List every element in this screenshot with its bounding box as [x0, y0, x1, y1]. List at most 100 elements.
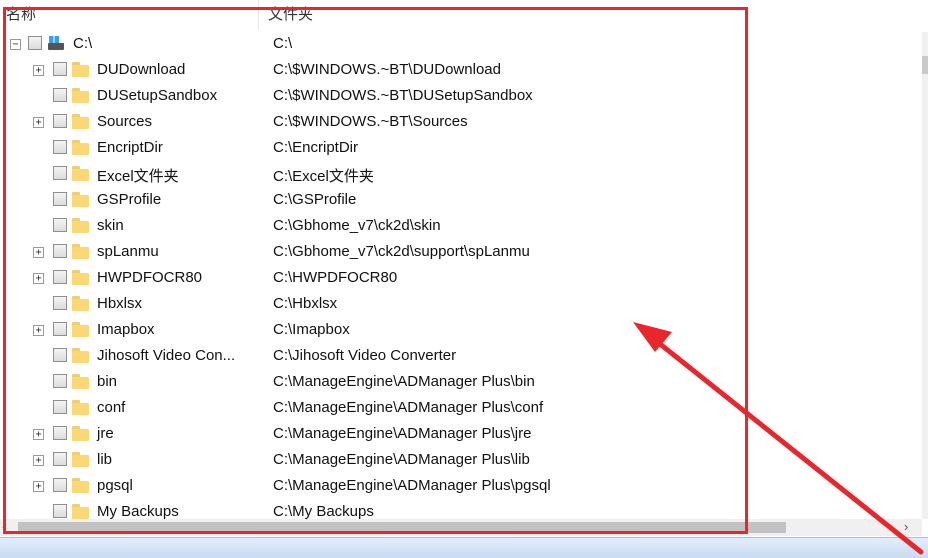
collapse-icon[interactable]: − [10, 39, 21, 50]
folder-icon [72, 114, 89, 129]
root-name: C:\ [73, 35, 93, 52]
folder-path: C:\GSProfile [273, 191, 357, 208]
folder-icon [72, 140, 89, 155]
folder-path: C:\$WINDOWS.~BT\DUSetupSandbox [273, 87, 533, 104]
folder-icon [72, 426, 89, 441]
folder-path: C:\My Backups [273, 503, 374, 519]
checkbox[interactable] [53, 114, 67, 128]
tree-row[interactable]: conf C:\ManageEngine\ADManager Plus\conf [0, 396, 922, 422]
tree-row[interactable]: My Backups C:\My Backups [0, 500, 922, 519]
folder-name: DUDownload [97, 61, 186, 78]
tree-row[interactable]: GSProfile C:\GSProfile [0, 188, 922, 214]
folder-icon [72, 192, 89, 207]
folder-icon [72, 348, 89, 363]
folder-name: pgsql [97, 477, 133, 494]
folder-name: Excel文件夹 [97, 168, 179, 185]
folder-name: bin [97, 373, 118, 390]
folder-path: C:\$WINDOWS.~BT\DUDownload [273, 61, 501, 78]
folder-name: conf [97, 399, 126, 416]
folder-path: C:\ManageEngine\ADManager Plus\conf [273, 399, 544, 416]
checkbox[interactable] [53, 296, 67, 310]
folder-path: C:\ManageEngine\ADManager Plus\pgsql [273, 477, 551, 494]
column-header-folder[interactable]: 文件夹 [268, 3, 313, 24]
checkbox[interactable] [53, 374, 67, 388]
tree-row[interactable]: + HWPDFOCR80 C:\HWPDFOCR80 [0, 266, 922, 292]
root-path: C:\ [273, 35, 293, 52]
folder-path: C:\HWPDFOCR80 [273, 269, 398, 286]
folder-icon [72, 218, 89, 233]
expand-icon[interactable]: + [33, 247, 44, 258]
vertical-scrollbar[interactable] [922, 32, 928, 519]
expand-icon[interactable]: + [33, 117, 44, 128]
tree-row[interactable]: + jre C:\ManageEngine\ADManager Plus\jre [0, 422, 922, 448]
checkbox[interactable] [53, 140, 67, 154]
folder-icon [72, 62, 89, 77]
folder-icon [72, 88, 89, 103]
checkbox[interactable] [53, 348, 67, 362]
checkbox[interactable] [28, 36, 42, 50]
folder-icon [72, 322, 89, 337]
folder-name: DUSetupSandbox [97, 87, 218, 104]
checkbox[interactable] [53, 218, 67, 232]
scroll-right-icon[interactable]: › [904, 519, 908, 534]
column-header-name[interactable]: 名称 [6, 3, 36, 24]
folder-name: jre [97, 425, 114, 442]
tree-row[interactable]: + lib C:\ManageEngine\ADManager Plus\lib [0, 448, 922, 474]
folder-name: Imapbox [97, 321, 155, 338]
folder-path: C:\ManageEngine\ADManager Plus\bin [273, 373, 535, 390]
checkbox[interactable] [53, 504, 67, 518]
tree-row[interactable]: Excel文件夹 C:\Excel文件夹 [0, 162, 922, 188]
expand-icon[interactable]: + [33, 273, 44, 284]
tree-row[interactable]: + DUDownload C:\$WINDOWS.~BT\DUDownload [0, 58, 922, 84]
tree-row[interactable]: + Sources C:\$WINDOWS.~BT\Sources [0, 110, 922, 136]
folder-icon [72, 244, 89, 259]
column-header: 名称 文件夹 [0, 0, 922, 32]
tree-row[interactable]: bin C:\ManageEngine\ADManager Plus\bin [0, 370, 922, 396]
folder-name: Sources [97, 113, 153, 130]
checkbox[interactable] [53, 192, 67, 206]
tree-row[interactable]: + spLanmu C:\Gbhome_v7\ck2d\support\spLanm… [0, 240, 922, 266]
checkbox[interactable] [53, 400, 67, 414]
horizontal-scrollbar[interactable]: ‹ › [0, 519, 922, 536]
tree-row[interactable]: EncriptDir C:\EncriptDir [0, 136, 922, 162]
checkbox[interactable] [53, 62, 67, 76]
folder-path: C:\ManageEngine\ADManager Plus\lib [273, 451, 530, 468]
horizontal-scroll-thumb[interactable] [18, 522, 786, 533]
expand-icon[interactable]: + [33, 325, 44, 336]
tree-row[interactable]: + Imapbox C:\Imapbox [0, 318, 922, 344]
tree-root-row[interactable]: − C:\ C:\ [0, 32, 922, 58]
checkbox[interactable] [53, 270, 67, 284]
checkbox[interactable] [53, 166, 67, 180]
tree-row[interactable]: skin C:\Gbhome_v7\ck2d\skin [0, 214, 922, 240]
column-divider[interactable] [258, 0, 259, 30]
expand-icon[interactable]: + [33, 429, 44, 440]
expand-icon[interactable]: + [33, 65, 44, 76]
checkbox[interactable] [53, 88, 67, 102]
folder-name: EncriptDir [97, 139, 163, 156]
folder-icon [72, 504, 89, 519]
checkbox[interactable] [53, 244, 67, 258]
vertical-scroll-thumb[interactable] [922, 56, 928, 74]
checkbox[interactable] [53, 426, 67, 440]
checkbox[interactable] [53, 478, 67, 492]
checkbox[interactable] [53, 452, 67, 466]
folder-path: C:\Excel文件夹 [273, 168, 374, 185]
scroll-left-icon[interactable]: ‹ [2, 519, 6, 534]
folder-name: GSProfile [97, 191, 162, 208]
folder-name: Hbxlsx [97, 295, 143, 312]
drive-icon [46, 36, 66, 52]
checkbox[interactable] [53, 322, 67, 336]
folder-path: C:\Gbhome_v7\ck2d\skin [273, 217, 441, 234]
tree-row[interactable]: DUSetupSandbox C:\$WINDOWS.~BT\DUSetupSan… [0, 84, 922, 110]
status-bar [0, 537, 928, 558]
folder-icon [72, 452, 89, 467]
folder-icon [72, 166, 89, 181]
tree-row[interactable]: Jihosoft Video Con... C:\Jihosoft Video C… [0, 344, 922, 370]
folder-tree: − C:\ C:\ + DUDownload C:\$WINDOWS.~BT\DUD… [0, 32, 922, 519]
tree-row[interactable]: + pgsql C:\ManageEngine\ADManager Plus\pgs… [0, 474, 922, 500]
tree-row[interactable]: Hbxlsx C:\Hbxlsx [0, 292, 922, 318]
expand-icon[interactable]: + [33, 481, 44, 492]
folder-icon [72, 478, 89, 493]
expand-icon[interactable]: + [33, 455, 44, 466]
folder-name: skin [97, 217, 124, 234]
